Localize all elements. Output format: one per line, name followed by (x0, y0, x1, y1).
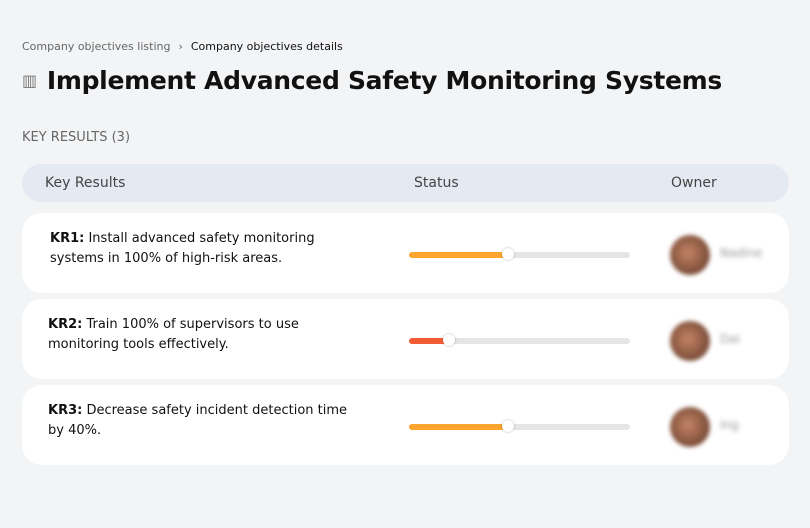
progress-knob (502, 248, 515, 260)
kr-description: Train 100% of supervisors to use monitor… (48, 317, 299, 352)
table-row[interactable]: KR3: Decrease safety incident detection … (22, 385, 789, 465)
key-result-text: KR2: Train 100% of supervisors to use mo… (48, 315, 348, 355)
avatar (670, 321, 710, 361)
progress-bar (409, 420, 630, 432)
building-chart-icon: ▥ (22, 71, 37, 90)
owner-name: Ing (720, 418, 739, 432)
table-header: Key Results Status Owner (22, 164, 789, 202)
breadcrumb: Company objectives listing › Company obj… (22, 40, 343, 53)
key-result-text: KR1: Install advanced safety monitoring … (50, 229, 340, 269)
breadcrumb-current: Company objectives details (190, 40, 343, 53)
kr-code: KR2: (48, 317, 83, 332)
page-title: ▥ Implement Advanced Safety Monitoring Sy… (22, 66, 722, 95)
breadcrumb-separator: › (178, 40, 183, 53)
col-status: Status (414, 175, 459, 191)
progress-bar (409, 334, 630, 346)
progress-knob (442, 334, 455, 346)
section-title: KEY RESULTS (3) (22, 130, 131, 145)
progress-bar (409, 248, 630, 260)
title-text: Implement Advanced Safety Monitoring Sys… (46, 66, 722, 95)
owner-name: Dai (720, 332, 740, 346)
col-key-results: Key Results (45, 175, 126, 191)
progress-fill (409, 424, 509, 430)
avatar (670, 407, 710, 447)
owner-name: Nadine (720, 246, 763, 260)
key-result-text: KR3: Decrease safety incident detection … (48, 401, 348, 441)
progress-fill (409, 252, 509, 258)
kr-description: Decrease safety incident detection time … (48, 403, 348, 438)
progress-knob (502, 420, 515, 432)
kr-code: KR3: (48, 403, 83, 418)
avatar (670, 235, 710, 275)
kr-code: KR1: (50, 231, 85, 246)
kr-description: Install advanced safety monitoring syste… (50, 231, 315, 266)
table-row[interactable]: KR2: Train 100% of supervisors to use mo… (22, 299, 789, 379)
table-row[interactable]: KR1: Install advanced safety monitoring … (22, 213, 789, 293)
breadcrumb-link[interactable]: Company objectives listing (22, 40, 170, 53)
col-owner: Owner (671, 175, 717, 191)
